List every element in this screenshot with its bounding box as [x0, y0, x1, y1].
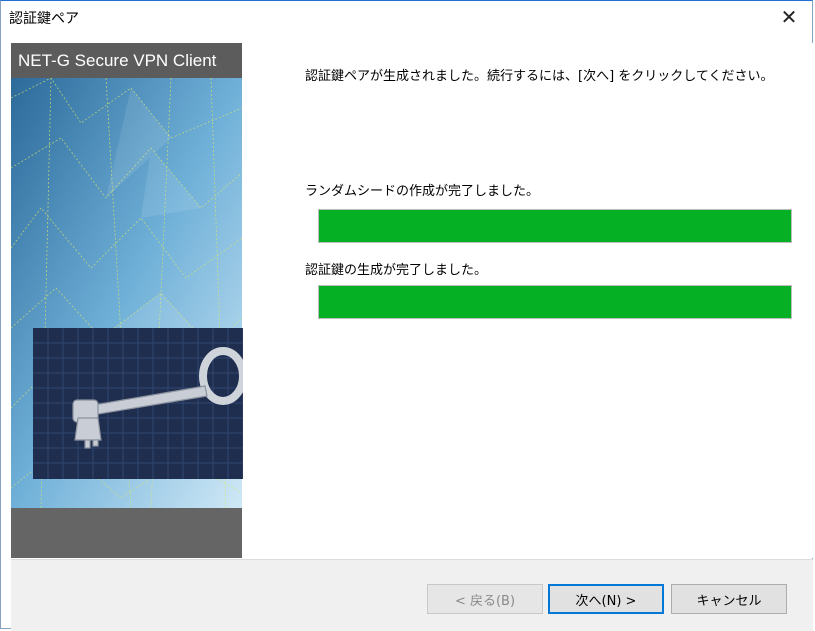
step-label-key-generation: 認証鍵の生成が完了しました。	[305, 263, 488, 278]
brand-label: NET-G Secure VPN Client	[11, 43, 242, 78]
cancel-button[interactable]: キャンセル	[671, 584, 787, 614]
button-bar: < 戻る(B) 次へ(N) > キャンセル	[11, 559, 813, 631]
dialog-window: 認証鍵ペア ✕ NET-G Secure VPN Client 認証鍵ペアが生成…	[0, 0, 813, 631]
key-icon	[33, 328, 263, 479]
step-label-random-seed: ランダムシードの作成が完了しました。	[305, 184, 540, 199]
wizard-banner: NET-G Secure VPN Client	[11, 43, 242, 558]
progress-fill-random-seed	[319, 210, 791, 242]
title-bar: 認証鍵ペア ✕	[1, 1, 812, 33]
window-title: 認証鍵ペア	[9, 11, 79, 27]
progress-bar-random-seed	[318, 209, 792, 243]
back-button[interactable]: < 戻る(B)	[427, 584, 543, 614]
wizard-content: 認証鍵ペアが生成されました。続行するには、[次へ] をクリックしてください。 ラ…	[243, 43, 813, 558]
close-button[interactable]: ✕	[766, 1, 812, 33]
progress-bar-key-generation	[318, 285, 792, 319]
status-message: 認証鍵ペアが生成されました。続行するには、[次へ] をクリックしてください。	[305, 69, 774, 84]
next-button[interactable]: 次へ(N) >	[548, 584, 664, 614]
progress-fill-key-generation	[319, 286, 791, 318]
